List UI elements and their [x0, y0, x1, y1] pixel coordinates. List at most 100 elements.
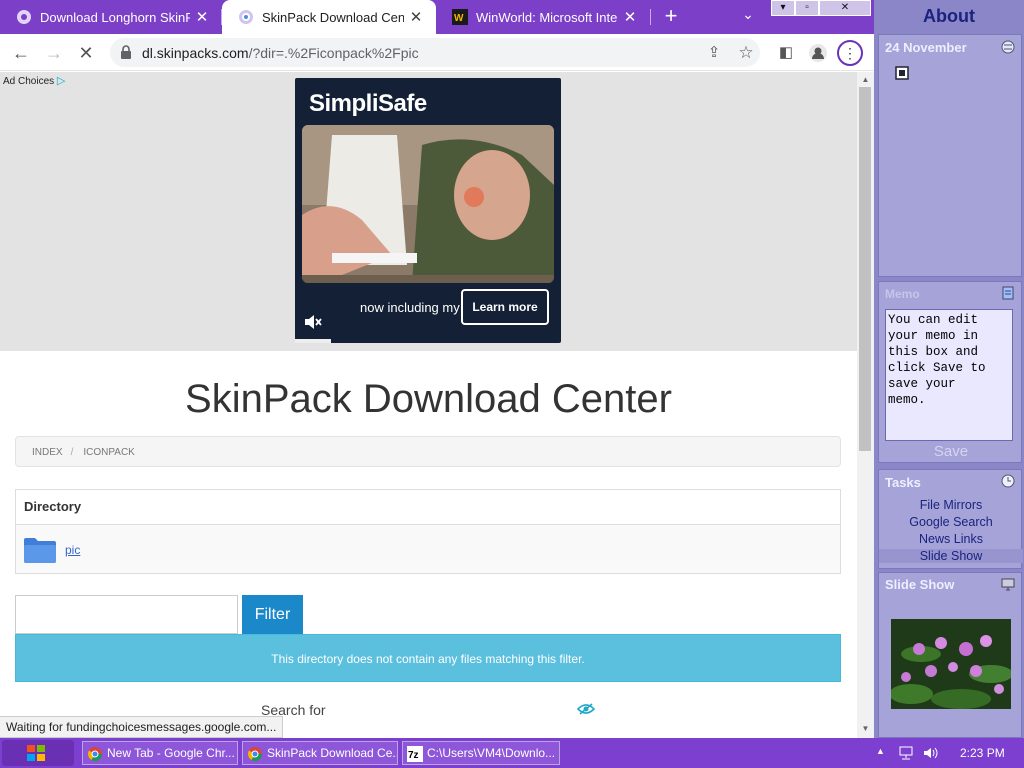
page-title: SkinPack Download Center [185, 377, 672, 421]
directory-panel: Directory pic [15, 489, 841, 574]
breadcrumb-index[interactable]: INDEX [32, 447, 63, 458]
taskbar-item-label: New Tab - Google Chr... [107, 746, 235, 760]
taskbar-item-label: C:\Users\VM4\Downlo... [427, 746, 556, 760]
sidebar-about-title[interactable]: About [874, 6, 1024, 27]
no-files-alert: This directory does not contain any file… [15, 634, 841, 682]
folder-link-pic[interactable]: pic [65, 543, 80, 557]
tab-separator [650, 9, 651, 25]
menu-kebab-icon[interactable]: ⋮ [837, 40, 863, 66]
memo-textarea[interactable]: You can edit your memo in this box and c… [885, 309, 1013, 441]
scroll-down-arrow-icon[interactable]: ▼ [860, 724, 871, 734]
scrollbar-thumb[interactable] [859, 87, 871, 451]
tab-close-icon[interactable]: ✕ [404, 8, 428, 26]
bookmark-star-icon[interactable]: ☆ [733, 40, 759, 66]
sidebar-memo-panel: Memo You can edit your memo in this box … [878, 281, 1022, 463]
tab-download-longhorn[interactable]: Download Longhorn SkinPack ✕ [0, 0, 222, 34]
chrome-icon [87, 747, 102, 761]
volume-icon[interactable] [922, 745, 938, 761]
tab-winworld[interactable]: W WinWorld: Microsoft Internet ✕ [436, 0, 650, 34]
memo-notepad-icon[interactable] [1001, 286, 1015, 300]
restore-icon[interactable]: ▫ [795, 0, 819, 16]
tasks-title: Tasks [885, 475, 921, 490]
taskbar-item-skinpack[interactable]: SkinPack Download Ce... [242, 741, 398, 765]
chrome-icon [247, 747, 262, 761]
browser-window: Download Longhorn SkinPack ✕ SkinPack Do… [0, 0, 874, 738]
window-controls: ▾ ▫ ✕ [771, 0, 871, 16]
scroll-up-arrow-icon[interactable]: ▲ [860, 75, 871, 85]
close-window-icon[interactable]: ✕ [819, 0, 871, 16]
breadcrumb-iconpack[interactable]: ICONPACK [83, 447, 135, 458]
taskbar-clock[interactable]: 2:23 PM [960, 746, 1005, 760]
eye-icon[interactable] [577, 702, 595, 716]
memo-title: Memo [885, 287, 920, 301]
task-slide-show[interactable]: Slide Show [879, 549, 1023, 563]
calendar-checkbox-icon[interactable] [895, 66, 909, 80]
stop-loading-icon[interactable]: ✕ [73, 40, 99, 66]
simplisafe-ad[interactable]: SimpliSafe now including my c Learn more [295, 78, 561, 343]
taskbar-item-label: SkinPack Download Ce... [267, 746, 398, 760]
taskbar-item-new-tab[interactable]: New Tab - Google Chr... [82, 741, 238, 765]
sidebar-date: 24 November [885, 40, 967, 55]
tasks-clock-icon[interactable] [1001, 474, 1015, 488]
tab-skinpack-download-center[interactable]: SkinPack Download Center ✕ [222, 0, 436, 34]
ad-choices-icon: ▷ [56, 75, 66, 87]
task-news-links[interactable]: News Links [879, 532, 1023, 546]
slideshow-title: Slide Show [885, 577, 955, 592]
skinpack-favicon-icon [239, 10, 253, 24]
taskbar-item-7zip[interactable]: 7z C:\Users\VM4\Downlo... [402, 741, 560, 765]
browser-toolbar: ← → ✕ dl.skinpacks.com/?dir=.%2Ficonpack… [0, 34, 874, 71]
globe-icon[interactable] [1001, 40, 1015, 54]
share-icon[interactable]: ⇪ [701, 40, 727, 66]
chrome-favicon-icon [17, 10, 31, 24]
profile-avatar-icon[interactable] [805, 40, 831, 66]
tab-search-chevron-down-icon[interactable]: ⌄ [738, 6, 758, 26]
tray-expand-icon[interactable]: ▲ [876, 746, 885, 756]
tab-title: Download Longhorn SkinPack [40, 9, 190, 25]
minimize-icon[interactable]: ▾ [771, 0, 795, 16]
7zip-icon: 7z [407, 746, 423, 762]
list-item[interactable]: pic [16, 525, 840, 573]
sidebar-tasks-panel: Tasks File Mirrors Google Search News Li… [878, 469, 1023, 569]
system-tray: ▲ 2:23 PM [872, 738, 1024, 768]
url-host: dl.skinpacks.com [142, 45, 249, 61]
side-panel-icon[interactable]: ◧ [773, 40, 799, 66]
ad-video-progress [295, 339, 331, 343]
address-bar[interactable]: dl.skinpacks.com/?dir=.%2Ficonpack%2Fpic [110, 38, 760, 67]
memo-save-button[interactable]: Save [879, 443, 1023, 460]
breadcrumb: INDEX / ICONPACK [15, 436, 841, 467]
ad-choices-label: Ad Choices [3, 76, 55, 87]
start-button[interactable] [2, 740, 74, 766]
ad-tagline: now including my c [360, 300, 470, 315]
learn-more-button[interactable]: Learn more [461, 289, 549, 325]
ad-choices-link[interactable]: Ad Choices ▷ [3, 74, 65, 87]
tab-close-icon[interactable]: ✕ [618, 8, 642, 26]
breadcrumb-separator: / [70, 447, 74, 458]
network-icon[interactable] [898, 745, 914, 761]
windows-logo-icon [27, 745, 45, 761]
slideshow-monitor-icon[interactable] [1001, 577, 1015, 591]
tab-title: SkinPack Download Center [262, 9, 404, 25]
tab-close-icon[interactable]: ✕ [190, 8, 214, 26]
tab-title: WinWorld: Microsoft Internet [476, 9, 618, 25]
lock-icon [121, 45, 131, 59]
forward-arrow-icon[interactable]: → [41, 40, 67, 66]
mute-speaker-icon[interactable] [303, 313, 323, 331]
ad-banner-area: Ad Choices ▷ SimpliSafe now including my… [0, 72, 857, 351]
task-file-mirrors[interactable]: File Mirrors [879, 498, 1023, 512]
desktop-sidebar: About 24 November Memo You can edit your… [874, 0, 1024, 738]
sidebar-slideshow-panel: Slide Show [878, 572, 1022, 738]
back-arrow-icon[interactable]: ← [8, 40, 34, 66]
ad-video-frame [302, 125, 554, 283]
filter-button[interactable]: Filter [242, 595, 303, 634]
page-scrollbar[interactable]: ▲ ▼ [857, 72, 874, 738]
slideshow-lotus-image[interactable] [891, 619, 1011, 709]
url-text: dl.skinpacks.com/?dir=.%2Ficonpack%2Fpic [142, 45, 419, 61]
task-google-search[interactable]: Google Search [879, 515, 1023, 529]
url-path: /?dir=.%2Ficonpack%2Fpic [248, 45, 419, 61]
filter-input[interactable] [15, 595, 238, 634]
directory-header: Directory [16, 490, 840, 525]
new-tab-plus-icon[interactable]: + [658, 4, 684, 30]
sidebar-calendar-panel: 24 November [878, 34, 1022, 277]
winworld-favicon-icon: W [452, 9, 468, 25]
tab-strip: Download Longhorn SkinPack ✕ SkinPack Do… [0, 0, 874, 34]
